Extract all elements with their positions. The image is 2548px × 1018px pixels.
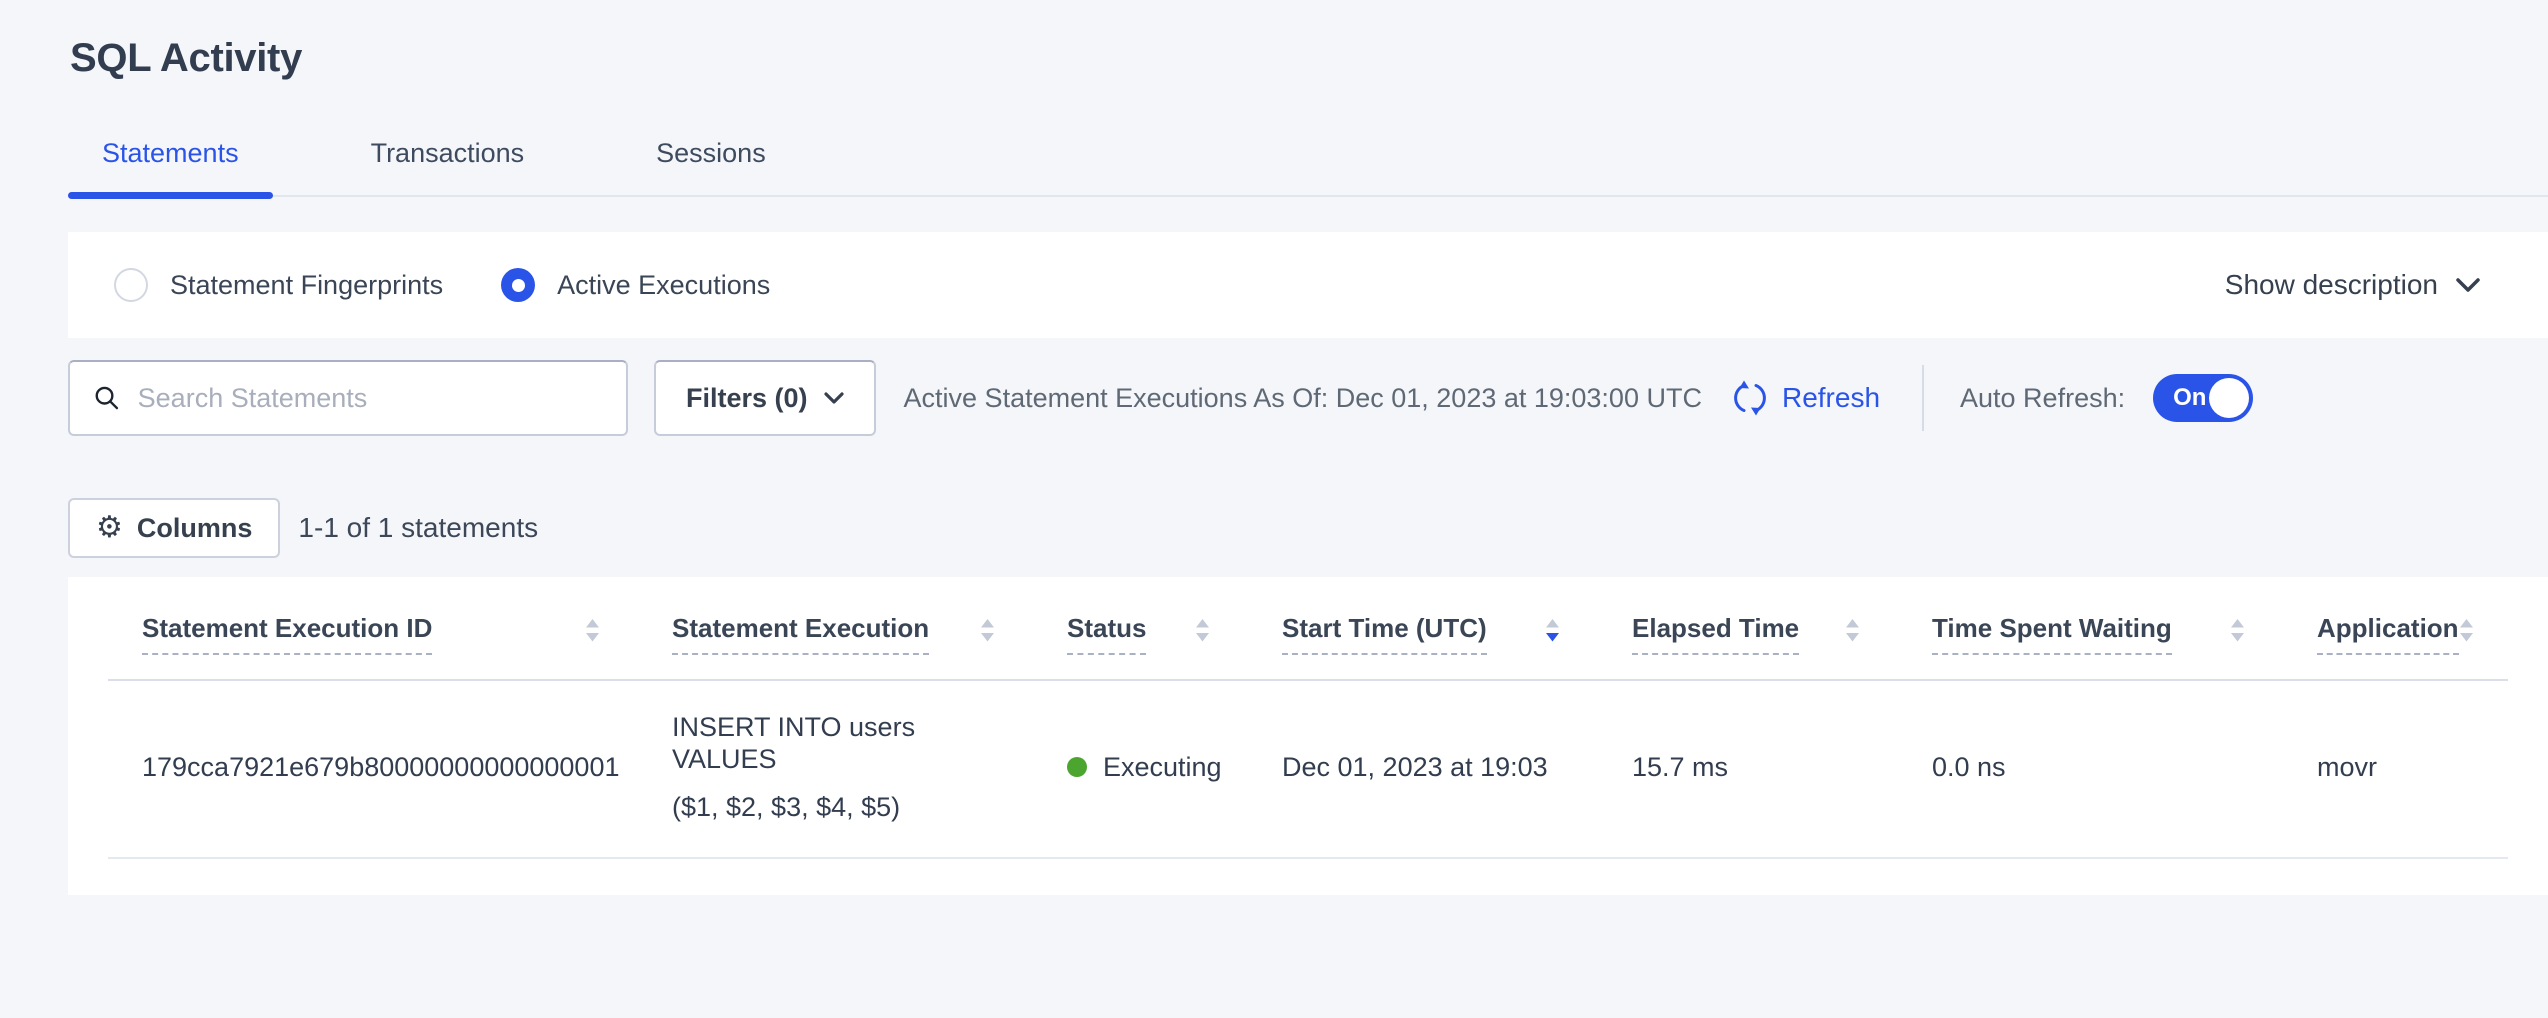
tab-transactions[interactable]: Transactions (337, 137, 559, 195)
tab-statements[interactable]: Statements (68, 137, 273, 195)
radio-statement-fingerprints[interactable]: Statement Fingerprints (114, 268, 443, 302)
filters-label: Filters (0) (686, 383, 808, 414)
show-description-label: Show description (2225, 269, 2438, 301)
filters-button[interactable]: Filters (0) (654, 360, 876, 436)
column-header-label: Elapsed Time (1632, 613, 1799, 655)
cell-elapsed-time: 15.7 ms (1598, 711, 1898, 823)
radio-label: Active Executions (557, 270, 770, 301)
search-input[interactable] (138, 383, 616, 414)
statements-table: Statement Execution ID Statement Executi… (68, 577, 2548, 895)
sort-icon[interactable] (980, 619, 995, 642)
refresh-icon (1732, 380, 1768, 416)
column-header-label: Statement Execution ID (142, 613, 432, 655)
radio-active-executions[interactable]: Active Executions (501, 268, 770, 302)
toggle-state-label: On (2173, 384, 2206, 412)
show-description-toggle[interactable]: Show description (2225, 269, 2480, 301)
column-header-label: Time Spent Waiting (1932, 613, 2172, 655)
sort-icon[interactable] (1195, 619, 1210, 642)
column-header-statement-execution-id[interactable]: Statement Execution ID (108, 613, 638, 679)
statement-line-2: ($1, $2, $3, $4, $5) (672, 791, 900, 823)
columns-button[interactable]: ⚙ Columns (68, 498, 280, 558)
view-mode-strip: Statement Fingerprints Active Executions… (68, 232, 2548, 338)
refresh-label: Refresh (1782, 382, 1880, 414)
table-controls-row: ⚙ Columns 1-1 of 1 statements (68, 498, 2548, 558)
table-header-row: Statement Execution ID Statement Executi… (108, 577, 2508, 681)
gear-icon: ⚙ (96, 513, 123, 543)
tabs-bar: Statements Transactions Sessions (68, 137, 2548, 197)
chevron-down-icon (824, 392, 844, 405)
cell-start-time: Dec 01, 2023 at 19:03 (1248, 711, 1598, 823)
sort-icon[interactable] (1845, 619, 1860, 642)
column-header-start-time[interactable]: Start Time (UTC) (1248, 613, 1598, 679)
view-mode-radio-group: Statement Fingerprints Active Executions (114, 268, 770, 302)
radio-label: Statement Fingerprints (170, 270, 443, 301)
auto-refresh-label: Auto Refresh: (1960, 383, 2125, 414)
toolbar-divider (1922, 365, 1924, 431)
columns-label: Columns (137, 513, 253, 544)
sort-icon-descending-active[interactable] (1545, 619, 1560, 642)
status-executing-dot-icon (1067, 757, 1087, 777)
statement-line-1: INSERT INTO users VALUES (672, 711, 995, 775)
sort-icon[interactable] (585, 619, 600, 642)
cell-application: movr (2283, 711, 2508, 823)
column-header-label: Status (1067, 613, 1146, 655)
column-header-application[interactable]: Application (2283, 613, 2512, 679)
chevron-down-icon (2456, 278, 2480, 293)
result-count: 1-1 of 1 statements (298, 512, 538, 544)
toggle-knob (2209, 378, 2249, 418)
column-header-label: Application (2317, 613, 2459, 655)
search-icon (94, 384, 120, 412)
auto-refresh-toggle[interactable]: On (2153, 374, 2253, 422)
cell-statement: INSERT INTO users VALUES ($1, $2, $3, $4… (638, 711, 1033, 823)
search-box (68, 360, 628, 436)
as-of-timestamp: Active Statement Executions As Of: Dec 0… (904, 383, 1702, 414)
toolbar: Filters (0) Active Statement Executions … (68, 360, 2548, 436)
sort-icon[interactable] (2459, 619, 2474, 642)
status-label: Executing (1103, 752, 1222, 783)
column-header-label: Start Time (UTC) (1282, 613, 1487, 655)
refresh-button[interactable]: Refresh (1732, 380, 1880, 416)
tab-sessions[interactable]: Sessions (622, 137, 800, 195)
cell-execution-id: 179cca7921e679b80000000000000001 (108, 711, 638, 823)
cell-status: Executing (1033, 711, 1248, 823)
radio-selected-icon[interactable] (501, 268, 535, 302)
column-header-label: Statement Execution (672, 613, 929, 655)
column-header-elapsed-time[interactable]: Elapsed Time (1598, 613, 1898, 679)
cell-time-spent-waiting: 0.0 ns (1898, 711, 2283, 823)
column-header-time-spent-waiting[interactable]: Time Spent Waiting (1898, 613, 2283, 679)
table-row[interactable]: 179cca7921e679b80000000000000001 INSERT … (108, 681, 2508, 859)
page-title: SQL Activity (70, 36, 2548, 81)
radio-unselected-icon[interactable] (114, 268, 148, 302)
column-header-status[interactable]: Status (1033, 613, 1248, 679)
column-header-statement-execution[interactable]: Statement Execution (638, 613, 1033, 679)
sort-icon[interactable] (2230, 619, 2245, 642)
